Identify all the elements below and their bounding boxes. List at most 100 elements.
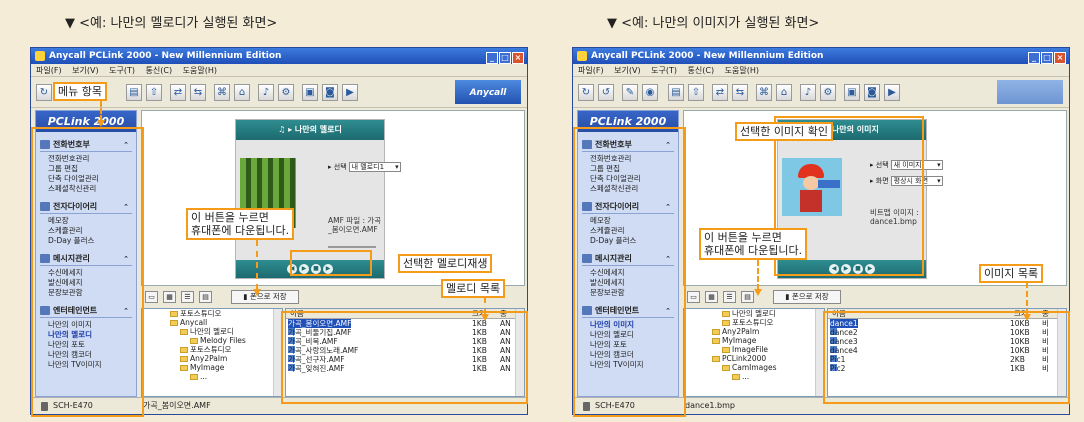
tree-item[interactable]: ... [142,372,282,381]
video-icon[interactable]: ▶ [884,84,900,101]
menu-comm[interactable]: 통신(C) [688,66,715,75]
tree-icon[interactable]: ⌘ [756,84,772,101]
tree-item[interactable]: 포토스튜디오 [142,345,282,354]
file-info: AMF 파일 : 가곡_봄이오면.AMF [328,216,382,234]
volume-slider[interactable] [328,246,376,248]
window-title: Anycall PCLink 2000 - New Millennium Edi… [591,51,824,61]
edit-icon[interactable]: ✎ [622,84,638,101]
tree-item[interactable]: Anycall [142,318,282,327]
record-icon[interactable]: ♪ [258,84,274,101]
save-to-phone-button[interactable]: ▮ 폰으로 저장 [773,290,841,304]
connect-icon[interactable]: ↻ [36,84,52,101]
controls-highlight-frame [290,250,372,276]
folder-tree[interactable]: 포토스튜디오 Anycall 나만의 멜로디 Melody Files 포토스튜… [141,308,283,397]
save-to-phone-button[interactable]: ▮ 폰으로 저장 [231,290,299,304]
callout-list: 멜로디 목록 [441,279,506,298]
melody-icon: ♫ ▸ [278,125,295,134]
callout-play: 선택한 멜로디재생 [398,254,493,273]
minimize-icon[interactable]: _ [486,52,498,64]
folder-icon[interactable]: ▭ [687,291,700,303]
video-icon[interactable]: ▶ [342,84,358,101]
tree-item[interactable]: CamImages [684,363,824,372]
sync-icon[interactable]: ⇄ [712,84,728,101]
tree-item[interactable]: ImageFile [684,345,824,354]
menu-help[interactable]: 도움말(H) [183,66,217,75]
image-icon[interactable]: ▣ [302,84,318,101]
minimize-icon[interactable]: _ [1028,52,1040,64]
folder-icon[interactable]: ▭ [145,291,158,303]
brand-logo: Anycall [455,80,521,104]
callout-button: 이 버튼을 누르면 휴대폰에 다운됩니다. [186,208,295,240]
list-icon[interactable]: ☰ [723,291,736,303]
home-icon[interactable]: ⌂ [234,84,250,101]
sidebar-highlight-frame [573,127,686,417]
menu-help[interactable]: 도움말(H) [725,66,759,75]
list-icon[interactable]: ☰ [181,291,194,303]
callout-arrow [754,260,762,296]
tree-item[interactable]: MyImage [142,363,282,372]
callout-arrow [481,297,489,321]
tree-item[interactable]: Melody Files [142,336,282,345]
callout-arrow [97,101,105,127]
transfer-icon[interactable]: ⇆ [732,84,748,101]
tree-item[interactable]: 나만의 멜로디 [142,327,282,336]
view-icon[interactable]: ▦ [705,291,718,303]
connect-icon[interactable]: ↻ [578,84,594,101]
sync-icon[interactable]: ⇄ [170,84,186,101]
maximize-icon[interactable]: □ [499,52,511,64]
view-icon[interactable]: ▦ [163,291,176,303]
tree-item[interactable]: MyImage [684,336,824,345]
tree-item[interactable]: 나만의 멜로디 [684,309,824,318]
detail-icon[interactable]: ▤ [741,291,754,303]
tree-item[interactable]: Any2Palm [684,327,824,336]
tree-item[interactable]: 포토스튜디오 [142,309,282,318]
toolbar: ↻ ↺ ✎ ◉ ▤ ⇧ ⇄ ⇆ ⌘ ⌂ ♪ ⚙ ▣ ◙ ▶ [573,77,1069,108]
folder-tree[interactable]: 나만의 멜로디 포토스튜디오 Any2Palm MyImage ImageFil… [683,308,825,397]
list-highlight-frame [281,311,528,404]
phonebook-icon[interactable]: ▤ [126,84,142,101]
menu-tools[interactable]: 도구(T) [109,66,135,75]
disconnect-icon[interactable]: ↺ [598,84,614,101]
menu-view[interactable]: 보기(V) [614,66,640,75]
settings-icon[interactable]: ⚙ [278,84,294,101]
menu-file[interactable]: 파일(F) [36,66,62,75]
upload-icon[interactable]: ⇧ [146,84,162,101]
menu-bar: 파일(F) 보기(V) 도구(T) 통신(C) 도움말(H) [31,64,527,77]
image-icon[interactable]: ▣ [844,84,860,101]
melody-select[interactable]: 내 멜로디1 [348,162,401,172]
phonebook-icon[interactable]: ▤ [668,84,684,101]
callout-list: 이미지 목록 [979,264,1044,283]
tree-item[interactable]: Any2Palm [142,354,282,363]
transfer-icon[interactable]: ⇆ [190,84,206,101]
selected-file: 가곡_봄이오면.AMF [143,401,211,410]
app-logo-icon [35,51,45,61]
callout-button: 이 버튼을 누르면 휴대폰에 다운됩니다. [699,228,808,260]
callout-menu: 메뉴 항목 [53,82,107,101]
close-icon[interactable]: × [1054,52,1066,64]
melody-select-row: ▸ 선택 내 멜로디1 [328,162,401,172]
music-icon[interactable]: ♪ [800,84,816,101]
tree-item[interactable]: PCLink2000 [684,354,824,363]
record-icon[interactable]: ◉ [642,84,658,101]
callout-confirm: 선택한 이미지 확인 [735,122,833,141]
tree-item[interactable]: 포토스튜디오 [684,318,824,327]
menu-view[interactable]: 보기(V) [72,66,98,75]
panel-heading: ▼ <예: 나만의 멜로디가 실행된 화면> [65,16,278,31]
settings-icon[interactable]: ⚙ [820,84,836,101]
tree-icon[interactable]: ⌘ [214,84,230,101]
panel-heading: ▼ <예: 나만의 이미지가 실행된 화면> [607,16,820,31]
detail-icon[interactable]: ▤ [199,291,212,303]
menu-bar: 파일(F) 보기(V) 도구(T) 통신(C) 도움말(H) [573,64,1069,77]
home-icon[interactable]: ⌂ [776,84,792,101]
tree-item[interactable]: ... [684,372,824,381]
camera-icon[interactable]: ◙ [864,84,880,101]
close-icon[interactable]: × [512,52,524,64]
maximize-icon[interactable]: □ [1041,52,1053,64]
menu-comm[interactable]: 통신(C) [146,66,173,75]
upload-icon[interactable]: ⇧ [688,84,704,101]
camera-icon[interactable]: ◙ [322,84,338,101]
action-bar: ▭ ▦ ☰ ▤ ▮ 폰으로 저장 [683,288,1067,306]
menu-file[interactable]: 파일(F) [578,66,604,75]
title-bar: Anycall PCLink 2000 - New Millennium Edi… [31,48,527,64]
menu-tools[interactable]: 도구(T) [651,66,677,75]
